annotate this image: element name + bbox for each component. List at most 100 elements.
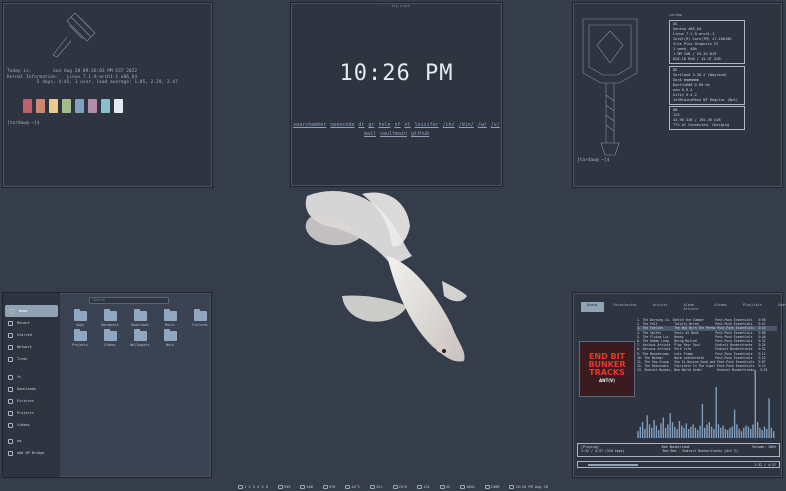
network-icon (8, 344, 13, 350)
betta-fish-wallpaper (305, 191, 467, 362)
link-gr[interactable]: gr (368, 122, 374, 128)
bluetooth-indicator[interactable]: 32 (439, 484, 450, 489)
clock-window-title: ~ : tty-clock (382, 4, 411, 8)
folder-videos[interactable]: Videos (95, 329, 125, 347)
music-tabs: Queue Directories Artists Album Artists … (581, 302, 786, 312)
link-nf[interactable]: nf (395, 122, 401, 128)
visualizer-bar (648, 424, 651, 438)
visualizer-bar (692, 424, 694, 438)
tab-playlists[interactable]: Playlists (737, 302, 768, 312)
visualizer-bar (750, 428, 752, 438)
link-v[interactable]: /v/ (491, 122, 500, 128)
sidebar-item-starred[interactable]: Starred (3, 329, 60, 341)
track-row[interactable]: 3. The Feelies The Boy With The Perma Po… (637, 326, 777, 331)
visualizer-bar (697, 430, 699, 438)
track-row[interactable]: 8. Various Artists Pole life Endroit Bun… (637, 347, 777, 351)
volume-indicator[interactable]: 100% (460, 484, 475, 489)
color-swatches (23, 99, 123, 113)
visualizer-bar (676, 428, 678, 438)
sidebar-item-downloads[interactable]: Downloads (3, 383, 60, 395)
sidebar-item-trash[interactable]: Trash (3, 353, 60, 365)
updates-indicator: 25/6 (392, 484, 407, 489)
link-vt[interactable]: vt (405, 122, 411, 128)
music-player-window[interactable]: Queue Directories Artists Album Artists … (572, 292, 786, 478)
clock-icon (509, 484, 515, 489)
visualizer-bar (706, 424, 708, 438)
sidebar-item-vm[interactable]: vm (3, 435, 60, 447)
shell-prompt[interactable]: [tardaw@ ~]$ (7, 121, 40, 127)
progress-fill (588, 464, 638, 466)
folder-icon (133, 309, 147, 321)
link-mail[interactable]: mail (364, 131, 376, 137)
visualizer-bar (738, 428, 740, 438)
link-opencode[interactable]: opencode (330, 122, 354, 128)
shell-prompt-right[interactable]: [tardaw@ ~]$ (577, 158, 610, 164)
folder-pictures[interactable]: Pictures (185, 309, 215, 327)
track-list[interactable]: 1. The Burning Co. Sketch the Summer Pos… (637, 318, 777, 373)
link-w[interactable]: /w/ (478, 122, 487, 128)
brightness-indicator[interactable]: 2400 (484, 484, 499, 489)
now-playing-status: [Playing] Bee Bunkerland Volume: 100% 1:32… (577, 443, 780, 457)
link-vaultmain[interactable]: vaultmain (380, 131, 407, 137)
link-hole[interactable]: hole (378, 122, 390, 128)
visualizer-bar (743, 427, 745, 438)
picture-icon (8, 398, 13, 404)
link-din[interactable]: /din/ (459, 122, 474, 128)
sidebar-item-videos[interactable]: Videos (3, 419, 60, 431)
clock-window[interactable]: ~ : tty-clock 10:26 PM searchember openco… (290, 2, 503, 187)
tab-directories[interactable]: Directories (608, 302, 643, 312)
tab-artists[interactable]: Artists (647, 302, 674, 312)
disk-indicator: 978 (322, 484, 335, 489)
link-dr[interactable]: dr (358, 122, 364, 128)
sidebar-item-pictures[interactable]: Pictures (3, 395, 60, 407)
folder-wallpapers[interactable]: Wallpapers (125, 329, 155, 347)
tab-queue[interactable]: Queue (581, 302, 604, 312)
wifi-icon (417, 484, 423, 489)
folder-projects[interactable]: Projects (65, 329, 95, 347)
sidebar-item-projects[interactable]: Projects (3, 407, 60, 419)
sidebar-item-home[interactable]: Home (5, 305, 58, 317)
status-bar: 1 2 3 4 5 6 949 108 978 44°C 32% 25/6 13… (0, 482, 786, 491)
tab-albums[interactable]: Albums (708, 302, 733, 312)
workspace-switcher[interactable]: 1 2 3 4 5 6 (238, 484, 268, 489)
terminal-window-left[interactable]: Today is: Sun Aug 28 09:26:03 PM EST 202… (2, 2, 213, 188)
color-swatch-white (114, 99, 123, 113)
de-info-box: DE Vortland 3.36.2 (Wayland) Dock mmmmmm… (669, 66, 745, 105)
sidebar-item-fs[interactable]: fs (3, 371, 60, 383)
visualizer-bar (644, 428, 646, 438)
network-indicator: 131 (417, 484, 430, 489)
visualizer-bar (667, 424, 669, 438)
visualizer-bar (669, 413, 671, 438)
folder-apps[interactable]: Apps (65, 309, 95, 327)
folder-icon (8, 410, 13, 416)
sidebar-item-network[interactable]: Network (3, 341, 60, 353)
tab-search[interactable]: Search (772, 302, 786, 312)
clock-indicator[interactable]: 10:26 PM Aug 28 (509, 484, 548, 489)
sidebar-item-recent[interactable]: Recent (3, 317, 60, 329)
terminal-window-right[interactable]: tardaw OS Gentoo x86_64 Linux 7.1.9-arch… (572, 2, 783, 188)
playback-progress[interactable]: 1:32 / 4:37 (577, 461, 780, 468)
folder-work[interactable]: Work (155, 329, 185, 347)
folder-grid: Apps Documents Downloads Music Pictures … (65, 309, 215, 347)
link-leisifer[interactable]: leisifer (415, 122, 439, 128)
folder-downloads[interactable]: Downloads (125, 309, 155, 327)
visualizer-bar (759, 427, 761, 438)
folder-documents[interactable]: Documents (95, 309, 125, 327)
visualizer-bar (715, 387, 717, 438)
temperature-indicator: 44°C (345, 484, 360, 489)
hammer-ascii-art (52, 12, 96, 58)
color-swatch-green (62, 99, 71, 113)
link-ch[interactable]: /ch/ (443, 122, 455, 128)
cpu-indicator: 108 (300, 484, 313, 489)
link-github[interactable]: github (411, 131, 429, 137)
folder-music[interactable]: Music (155, 309, 185, 327)
link-searchember[interactable]: searchember (293, 122, 326, 128)
battery-indicator: 32% (370, 484, 383, 489)
file-manager-window[interactable]: Home Recent Starred Network Trash fs Dow… (2, 292, 212, 478)
visualizer-bar (729, 427, 731, 438)
search-input[interactable]: Search (89, 297, 169, 304)
sun-icon (484, 484, 490, 489)
tab-album-artists[interactable]: Album Artists (678, 302, 705, 312)
visualizer-bar (756, 422, 759, 438)
sidebar-item-add-vm-bridge[interactable]: Add VM Bridge (3, 447, 60, 459)
